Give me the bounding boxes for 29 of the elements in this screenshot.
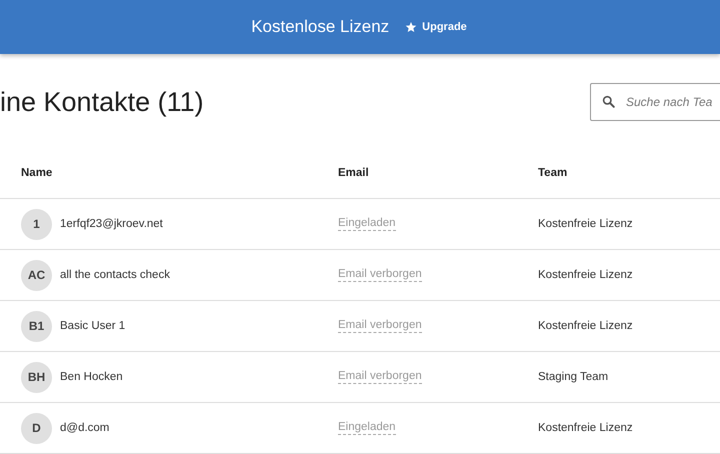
team-name: Kostenfreie Lizenz <box>538 320 633 332</box>
contact-name: Basic User 1 <box>60 320 126 332</box>
email-status: Email verborgen <box>338 319 422 333</box>
avatar: AC <box>21 260 52 290</box>
column-header: Name <box>20 167 54 179</box>
email-status: Email verborgen <box>338 268 422 282</box>
email-status: Eingeladen <box>338 421 396 435</box>
search-icon <box>602 95 615 108</box>
contact-name: all the contacts check <box>60 269 170 281</box>
contact-name: Ben Hocken <box>60 371 123 383</box>
avatar: D <box>21 412 52 444</box>
contact-name: d@d.com <box>60 422 110 434</box>
search-field[interactable]: Suche nach Tea <box>590 83 720 121</box>
avatar: B1 <box>21 310 52 342</box>
team-name: Kostenfreie Lizenz <box>538 269 633 281</box>
email-status: Eingeladen <box>338 217 396 231</box>
email-status: Email verborgen <box>338 370 422 384</box>
upgrade-link[interactable]: Upgrade <box>405 21 467 33</box>
license-title: Kostenlose Lizenz <box>251 17 390 37</box>
team-name: Staging Team <box>538 371 608 383</box>
column-header: Email <box>338 167 370 179</box>
avatar: BH <box>21 362 52 392</box>
contact-name: 1erfqf23@jkroev.net <box>60 218 163 230</box>
column-header: Team <box>538 167 568 179</box>
page-title: ine Kontakte (11) <box>0 86 204 118</box>
team-name: Kostenfreie Lizenz <box>538 422 633 434</box>
team-name: Kostenfreie Lizenz <box>538 218 633 230</box>
avatar: 1 <box>21 208 52 240</box>
star-icon <box>405 21 418 33</box>
